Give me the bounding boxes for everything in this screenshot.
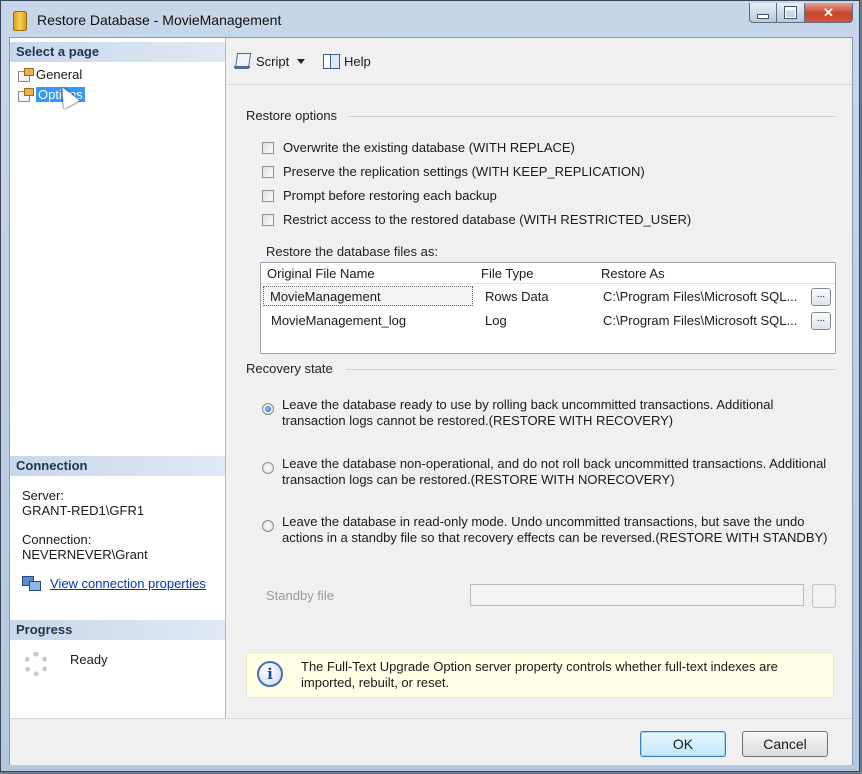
restore-files-grid[interactable]: Original File Name File Type Restore As … <box>260 262 836 354</box>
page-icon <box>18 88 34 102</box>
connection-properties-icon <box>22 574 41 591</box>
info-text: The Full-Text Upgrade Option server prop… <box>301 659 778 690</box>
info-icon: i <box>257 661 283 687</box>
info-bar: i The Full-Text Upgrade Option server pr… <box>246 652 834 698</box>
browse-button[interactable]: ... <box>811 312 831 330</box>
table-row[interactable]: MovieManagement_log Log C:\Program Files… <box>261 309 835 333</box>
script-button[interactable]: Script <box>234 52 306 70</box>
standby-file-label: Standby file <box>266 588 334 603</box>
divider <box>348 116 836 117</box>
progress-status: Ready <box>70 652 108 667</box>
help-button[interactable]: Help <box>322 52 371 70</box>
checkbox-box[interactable] <box>262 189 274 202</box>
table-row[interactable]: MovieManagement Rows Data C:\Program Fil… <box>261 285 835 309</box>
prompt-before-restore-checkbox[interactable]: Prompt before restoring each backup <box>262 188 497 203</box>
select-page-heading: Select a page <box>10 42 225 62</box>
checkbox-box[interactable] <box>262 213 274 226</box>
radio-button[interactable] <box>262 462 274 474</box>
cell-original-file-name[interactable]: MovieManagement <box>263 286 473 306</box>
restore-database-window: Restore Database - MovieManagement ✕ Sel… <box>0 0 860 772</box>
maximize-icon <box>784 6 797 19</box>
connection-value: NEVERNEVER\Grant <box>22 547 148 562</box>
checkbox-box[interactable] <box>262 141 274 154</box>
right-pane: Script Help Restore options Overwrite th… <box>226 38 852 718</box>
progress-spinner-icon <box>24 652 48 676</box>
preserve-replication-checkbox[interactable]: Preserve the replication settings (WITH … <box>262 164 645 179</box>
divider <box>346 369 836 370</box>
server-value: GRANT-RED1\GFR1 <box>22 503 145 518</box>
radio-button[interactable] <box>262 520 274 532</box>
progress-heading: Progress <box>10 620 225 640</box>
maximize-button[interactable] <box>777 3 805 23</box>
title-bar[interactable]: Restore Database - MovieManagement ✕ <box>1 1 859 37</box>
help-label: Help <box>344 53 371 69</box>
radio-button[interactable] <box>262 403 274 415</box>
restore-options-heading: Restore options <box>246 108 338 123</box>
restrict-access-checkbox[interactable]: Restrict access to the restored database… <box>262 212 691 227</box>
standby-file-input[interactable] <box>470 584 804 606</box>
checkbox-label: Preserve the replication settings (WITH … <box>283 164 645 179</box>
page-icon <box>18 68 34 82</box>
left-pane: Select a page General Options Connection… <box>10 38 226 718</box>
recovery-option-restore-with-standby[interactable]: Leave the database in read-only mode. Un… <box>262 514 832 546</box>
connection-label: Connection: <box>22 532 92 547</box>
connection-heading: Connection <box>10 456 225 476</box>
checkbox-label: Overwrite the existing database (WITH RE… <box>283 140 575 155</box>
chevron-down-icon[interactable] <box>297 58 306 64</box>
dialog-footer: OK Cancel <box>10 718 852 765</box>
recovery-option-restore-with-recovery[interactable]: Leave the database ready to use by rolli… <box>262 397 832 429</box>
toolbar: Script Help <box>226 38 852 85</box>
server-label: Server: <box>22 488 64 503</box>
script-icon <box>234 52 252 70</box>
minimize-icon <box>757 13 769 19</box>
browse-button[interactable]: ... <box>811 288 831 306</box>
radio-label: Leave the database non-operational, and … <box>282 456 827 487</box>
cell-restore-as[interactable]: C:\Program Files\Microsoft SQL... <box>603 289 797 304</box>
help-icon <box>322 52 340 70</box>
checkbox-label: Restrict access to the restored database… <box>283 212 692 227</box>
cell-file-type: Log <box>485 313 507 328</box>
column-header-file-type[interactable]: File Type <box>481 266 534 281</box>
view-connection-properties-link[interactable]: View connection properties <box>50 576 206 592</box>
cell-restore-as[interactable]: C:\Program Files\Microsoft SQL... <box>603 313 797 328</box>
cell-file-type: Rows Data <box>485 289 549 304</box>
window-controls: ✕ <box>749 3 853 23</box>
page-item-general[interactable]: General <box>18 65 82 83</box>
restore-files-label: Restore the database files as: <box>266 244 438 259</box>
standby-browse-button[interactable] <box>812 584 836 608</box>
cell-original-file-name[interactable]: MovieManagement_log <box>271 313 406 328</box>
database-icon <box>13 11 27 31</box>
ok-button[interactable]: OK <box>640 731 726 757</box>
dialog-body: Select a page General Options Connection… <box>9 37 853 765</box>
grid-header: Original File Name File Type Restore As <box>261 263 835 284</box>
cancel-button[interactable]: Cancel <box>742 731 828 757</box>
checkbox-box[interactable] <box>262 165 274 178</box>
column-header-original-file-name[interactable]: Original File Name <box>267 266 375 281</box>
column-header-restore-as[interactable]: Restore As <box>601 266 665 281</box>
overwrite-checkbox[interactable]: Overwrite the existing database (WITH RE… <box>262 140 575 155</box>
radio-label: Leave the database ready to use by rolli… <box>282 397 774 428</box>
radio-label: Leave the database in read-only mode. Un… <box>282 514 828 545</box>
close-icon: ✕ <box>823 4 834 20</box>
recovery-state-heading: Recovery state <box>246 361 333 376</box>
recovery-option-restore-with-norecovery[interactable]: Leave the database non-operational, and … <box>262 456 832 488</box>
minimize-button[interactable] <box>749 3 777 23</box>
window-title: Restore Database - MovieManagement <box>37 12 282 28</box>
close-button[interactable]: ✕ <box>805 3 853 23</box>
page-item-label: General <box>36 66 83 82</box>
script-label: Script <box>256 53 290 69</box>
checkbox-label: Prompt before restoring each backup <box>283 188 497 203</box>
